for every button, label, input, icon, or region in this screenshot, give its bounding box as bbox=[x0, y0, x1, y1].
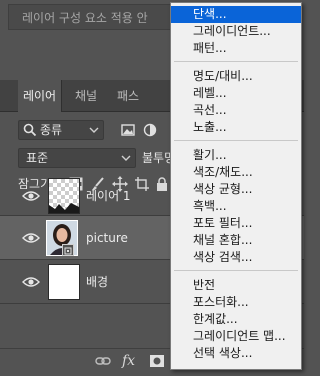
eye-icon[interactable] bbox=[22, 231, 40, 245]
menu-item-exposure[interactable]: 노출... bbox=[171, 119, 301, 136]
menu-item-hue-saturation[interactable]: 색조/채도... bbox=[171, 164, 301, 181]
smart-object-badge-icon bbox=[62, 244, 74, 256]
menu-item-gradient-map[interactable]: 그레이디언트 맵... bbox=[171, 328, 301, 345]
layer-thumbnail-white bbox=[48, 264, 80, 300]
chevron-down-icon bbox=[88, 122, 100, 138]
menu-item-posterize[interactable]: 포스터화... bbox=[171, 294, 301, 311]
link-icon[interactable] bbox=[94, 352, 112, 370]
layer-name: 배경 bbox=[86, 275, 109, 289]
menu-item-invert[interactable]: 반전 bbox=[171, 277, 301, 294]
tab-channels[interactable]: 채널 bbox=[66, 80, 106, 112]
menu-item-photo-filter[interactable]: 포토 필터... bbox=[171, 215, 301, 232]
blend-mode-value: 표준 bbox=[26, 151, 49, 165]
menu-item-channel-mixer[interactable]: 채널 혼합... bbox=[171, 232, 301, 249]
tab-layers[interactable]: 레이어 bbox=[18, 80, 62, 112]
menu-item-color-lookup[interactable]: 색상 검색... bbox=[171, 249, 301, 266]
layer-filter-label: 종류 bbox=[40, 123, 63, 137]
layer-thumbnail bbox=[48, 178, 80, 214]
eye-icon[interactable] bbox=[22, 275, 40, 289]
adjustment-layer-filter-icon[interactable] bbox=[142, 121, 158, 139]
menu-item-pattern[interactable]: 패턴... bbox=[171, 40, 301, 57]
menu-item-brightness-contrast[interactable]: 명도/대비... bbox=[171, 68, 301, 85]
tab-paths[interactable]: 패스 bbox=[108, 80, 148, 112]
layer-name: picture bbox=[86, 231, 128, 245]
pixel-layer-filter-icon[interactable] bbox=[120, 121, 136, 139]
eye-icon[interactable] bbox=[22, 189, 40, 203]
menu-item-selective-color[interactable]: 선택 색상... bbox=[171, 345, 301, 362]
menu-item-color-balance[interactable]: 색상 균형... bbox=[171, 181, 301, 198]
menu-item-gradient[interactable]: 그레이디언트... bbox=[171, 23, 301, 40]
menu-separator bbox=[174, 61, 298, 62]
menu-item-curves[interactable]: 곡선... bbox=[171, 102, 301, 119]
properties-description: 레이어 구성 요소 적용 안 bbox=[22, 11, 148, 25]
layer-name: 레이어 1 bbox=[86, 189, 131, 203]
menu-item-threshold[interactable]: 한계값... bbox=[171, 311, 301, 328]
mask-icon[interactable] bbox=[148, 352, 166, 370]
menu-item-levels[interactable]: 레벨... bbox=[171, 85, 301, 102]
search-icon bbox=[22, 122, 38, 138]
menu-separator bbox=[174, 140, 298, 141]
chevron-down-icon bbox=[120, 150, 132, 166]
menu-separator bbox=[174, 270, 298, 271]
menu-item-solid-color[interactable]: 단색... bbox=[171, 6, 301, 23]
menu-item-black-white[interactable]: 흑백... bbox=[171, 198, 301, 215]
fx-icon[interactable]: fx bbox=[122, 352, 140, 370]
menu-item-vibrance[interactable]: 활기... bbox=[171, 147, 301, 164]
